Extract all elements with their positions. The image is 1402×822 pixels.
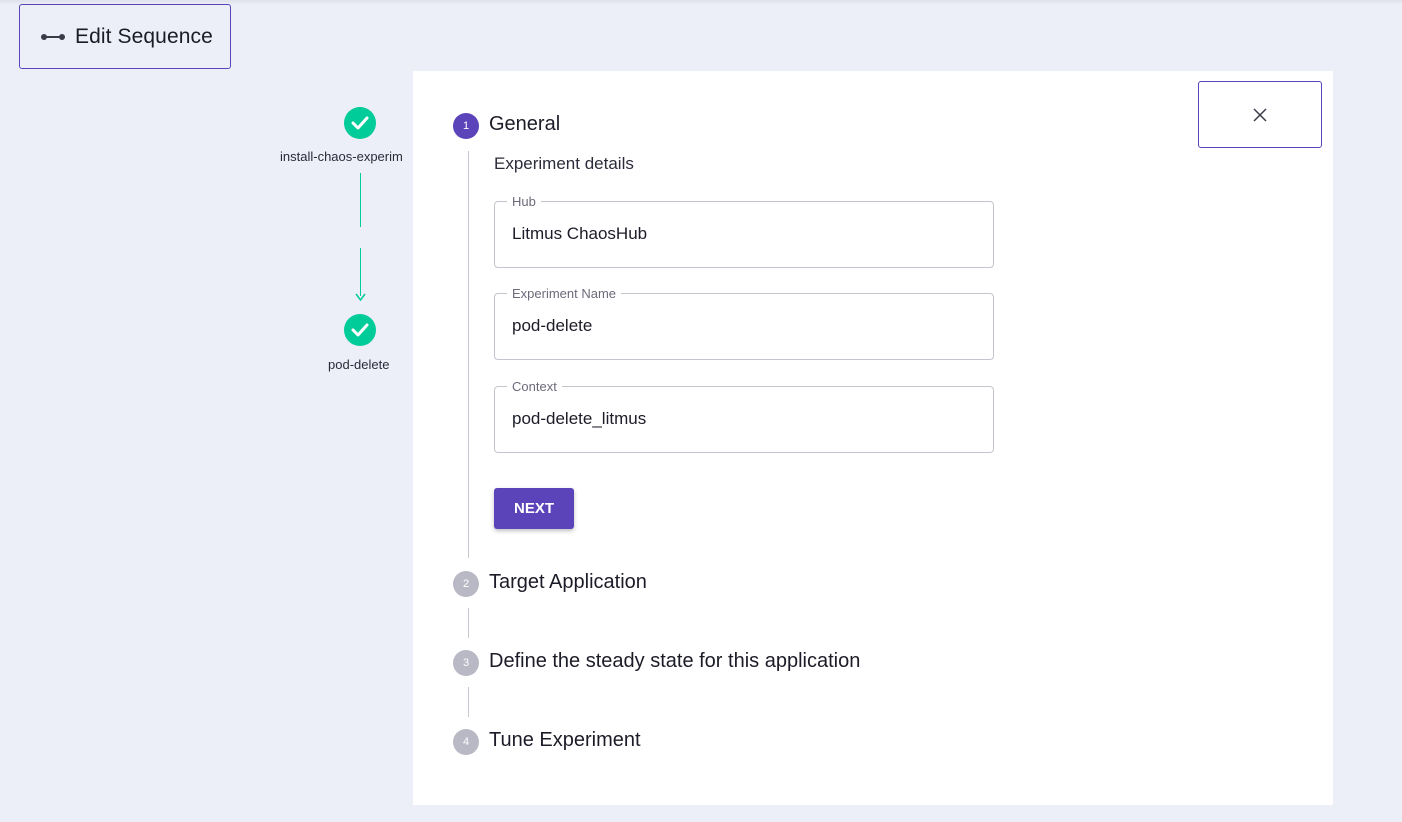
hub-field-label: Hub [507,194,541,209]
close-icon [1253,107,1267,122]
step-connector [468,151,469,558]
top-divider [0,0,1402,2]
check-icon [351,323,369,337]
step-connector [468,687,469,717]
context-field: Context [494,379,994,453]
experiment-name-field: Experiment Name [494,286,994,360]
hub-input[interactable] [512,224,972,244]
sequence-edge [359,248,361,296]
step-4-number[interactable]: 4 [453,729,479,755]
experiment-name-input[interactable] [512,316,972,336]
sequence-icon [41,31,65,43]
experiment-details-title: Experiment details [494,154,634,173]
step-3-number[interactable]: 3 [453,650,479,676]
check-icon [351,116,369,130]
context-input[interactable] [512,409,972,429]
experiment-editor-panel: 1 General Experiment details Hub Experim… [413,71,1333,805]
step-3-title[interactable]: Define the steady state for this applica… [489,650,860,673]
step-1-number[interactable]: 1 [453,113,479,139]
experiment-name-field-label: Experiment Name [507,286,622,301]
hub-field: Hub [494,194,994,268]
next-button[interactable]: NEXT [494,488,574,529]
edit-sequence-button[interactable]: Edit Sequence [19,4,231,69]
arrow-down-icon [355,293,366,302]
step-connector [468,608,469,638]
step-4-title[interactable]: Tune Experiment [489,729,641,752]
sequence-node-pod-delete[interactable] [344,314,376,346]
step-1-title[interactable]: General [489,113,560,136]
close-button[interactable] [1198,81,1322,148]
step-2-title[interactable]: Target Application [489,571,647,594]
sequence-node-label: install-chaos-experim [280,149,403,164]
sequence-edge [359,173,361,227]
context-field-label: Context [507,379,562,394]
step-2-number[interactable]: 2 [453,571,479,597]
edit-sequence-label: Edit Sequence [75,24,213,48]
sequence-node-install-chaos-experiment[interactable] [344,107,376,139]
sequence-node-label: pod-delete [328,357,390,372]
